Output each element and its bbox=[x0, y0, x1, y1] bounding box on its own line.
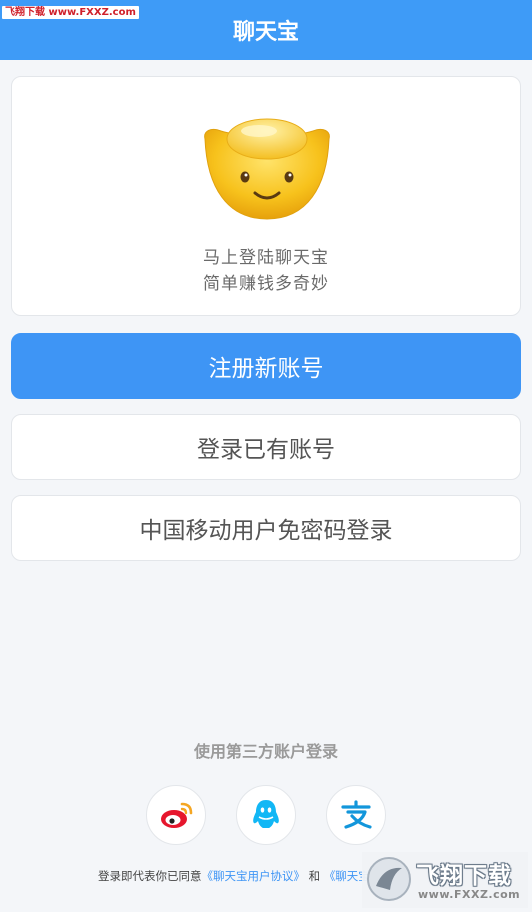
watermark-logo: 飞翔下载 www.FXXZ.com bbox=[362, 852, 528, 908]
alipay-icon bbox=[341, 800, 372, 829]
tagline-line-1: 马上登陆聊天宝 bbox=[203, 248, 329, 268]
alipay-login-button[interactable] bbox=[326, 785, 386, 845]
watermark-name: 飞翔下载 bbox=[416, 863, 512, 889]
user-agreement-link[interactable]: 《聊天宝用户协议》 bbox=[202, 869, 306, 883]
gold-ingot-smiley-icon bbox=[204, 118, 330, 220]
mobile-login-button[interactable]: 中国移动用户免密码登录 bbox=[11, 495, 521, 561]
agreement-prefix: 登录即代表你已同意 bbox=[98, 869, 202, 883]
watermark-url: www.FXXZ.com bbox=[418, 888, 521, 901]
page-title: 聊天宝 bbox=[232, 20, 299, 45]
agreement-and: 和 bbox=[308, 869, 321, 883]
register-button[interactable]: 注册新账号 bbox=[11, 333, 521, 399]
weibo-icon bbox=[161, 802, 193, 828]
watermark-text: 飞翔下载 www.FXXZ.com bbox=[2, 6, 139, 19]
weibo-login-button[interactable] bbox=[146, 785, 206, 845]
qq-icon bbox=[253, 800, 279, 828]
login-button[interactable]: 登录已有账号 bbox=[11, 414, 521, 480]
tagline-line-2: 简单赚钱多奇妙 bbox=[203, 274, 329, 294]
watermark-logo-icon bbox=[367, 857, 411, 901]
welcome-card: 马上登陆聊天宝 简单赚钱多奇妙 bbox=[11, 76, 521, 316]
agreement-text: 登录即代表你已同意《聊天宝用户协议》 和 《聊天宝 bbox=[98, 868, 370, 884]
third-party-title: 使用第三方账户登录 bbox=[193, 742, 338, 761]
qq-login-button[interactable] bbox=[236, 785, 296, 845]
